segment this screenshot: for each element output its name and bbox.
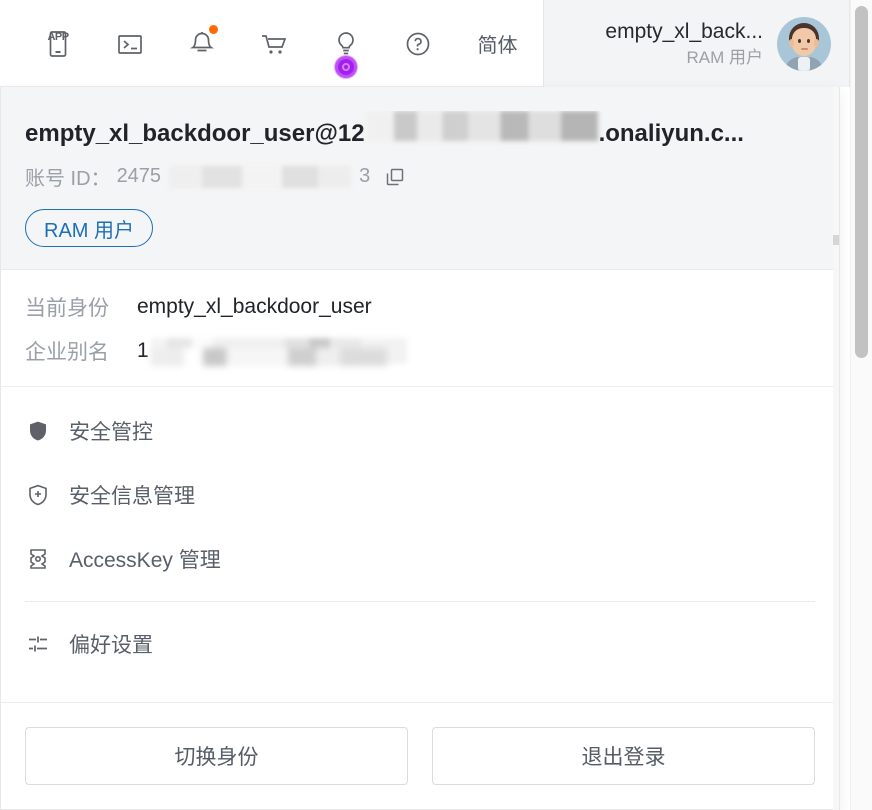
enterprise-alias-label: 企业别名: [25, 341, 109, 364]
enterprise-alias-row: 企业别名 1: [25, 336, 815, 366]
enterprise-alias-masked: [150, 338, 407, 364]
logout-button[interactable]: 退出登录: [432, 727, 815, 785]
page-scrollbar-thumb[interactable]: [855, 6, 868, 358]
menu-item-label: AccessKey 管理: [69, 549, 221, 572]
page-root: APP 简体 empty_xl_back... RAM 用户 empty_xl_…: [0, 0, 872, 810]
notification-bell-icon[interactable]: [166, 10, 238, 78]
sliders-icon: [25, 631, 51, 657]
account-header: empty_xl_backdoor_user@12 .onaliyun.c...…: [1, 87, 839, 270]
identity-section: 当前身份 empty_xl_backdoor_user 企业别名 1: [1, 270, 839, 387]
ram-user-badge[interactable]: RAM 用户: [25, 209, 153, 247]
account-id-prefix: 2475: [116, 165, 162, 187]
shopping-cart-icon[interactable]: [238, 10, 310, 78]
account-id-masked: [169, 165, 352, 188]
menu-divider: [25, 601, 815, 602]
panel-footer: 切换身份 退出登录: [1, 702, 839, 809]
menu-item-preferences[interactable]: 偏好设置: [1, 612, 839, 676]
console-terminal-icon[interactable]: [94, 10, 166, 78]
lightbulb-icon[interactable]: [310, 10, 382, 78]
menu-item-label: 安全管控: [69, 421, 153, 444]
notification-badge-dot: [209, 24, 218, 34]
user-profile-text: empty_xl_back... RAM 用户: [605, 19, 763, 69]
account-email-prefix: empty_xl_backdoor_user@12: [25, 120, 365, 147]
shield-plus-icon: [25, 482, 51, 508]
avatar[interactable]: [777, 16, 831, 71]
topbar-icon-group: APP: [0, 0, 454, 87]
shield-icon: [25, 418, 51, 444]
account-id-suffix: 3: [359, 165, 371, 187]
account-id-label: 账号 ID：: [25, 168, 111, 190]
panel-scrollbar-thumb[interactable]: [833, 235, 839, 245]
account-menu: 安全管控 安全信息管理 AccessKey 管理 偏好设置: [1, 387, 839, 684]
account-email-suffix: .onaliyun.c...: [598, 120, 744, 147]
current-identity-value: empty_xl_backdoor_user: [137, 295, 372, 318]
menu-item-label: 偏好设置: [69, 634, 153, 657]
menu-item-security-info-management[interactable]: 安全信息管理: [1, 463, 839, 527]
account-email: empty_xl_backdoor_user@12 .onaliyun.c...: [25, 111, 815, 148]
user-profile-role: RAM 用户: [686, 48, 764, 67]
current-identity-row: 当前身份 empty_xl_backdoor_user: [25, 292, 815, 322]
account-id-row: 账号 ID： 2475 3: [25, 162, 815, 191]
page-scrollbar-track[interactable]: [850, 0, 872, 810]
user-profile-name: empty_xl_back...: [605, 19, 763, 43]
menu-item-security-control[interactable]: 安全管控: [1, 399, 839, 463]
mouse-cursor-highlight: [335, 55, 357, 78]
language-switcher[interactable]: 简体: [454, 0, 541, 87]
app-icon[interactable]: APP: [22, 10, 94, 78]
account-dropdown-panel: empty_xl_backdoor_user@12 .onaliyun.c...…: [0, 87, 840, 810]
current-identity-label: 当前身份: [25, 297, 109, 320]
panel-scrollbar-track[interactable]: [833, 87, 839, 810]
enterprise-alias-value: 1: [137, 339, 149, 362]
accesskey-icon: [25, 546, 51, 572]
copy-icon[interactable]: [384, 166, 406, 188]
switch-identity-button[interactable]: 切换身份: [25, 727, 408, 785]
top-navigation-bar: APP 简体 empty_xl_back... RAM 用户: [0, 0, 850, 87]
menu-item-label: 安全信息管理: [69, 485, 195, 508]
menu-item-accesskey-management[interactable]: AccessKey 管理: [1, 527, 839, 591]
user-profile-tab[interactable]: empty_xl_back... RAM 用户: [543, 0, 850, 87]
account-email-masked: [365, 111, 598, 141]
help-question-icon[interactable]: [382, 10, 454, 78]
